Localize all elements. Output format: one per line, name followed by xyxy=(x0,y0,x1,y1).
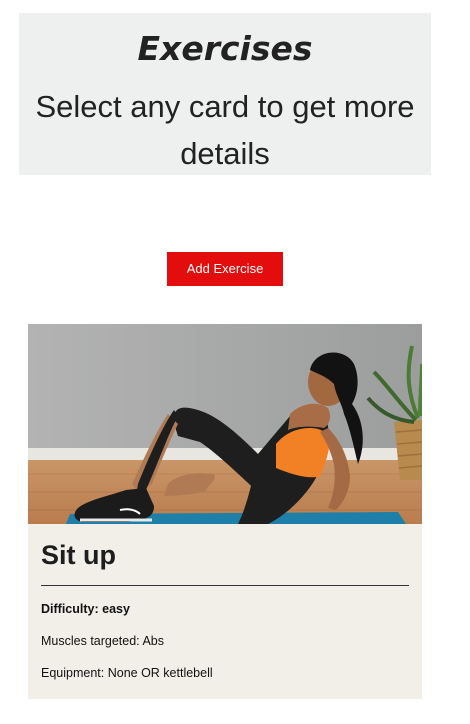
equipment-label: Equipment: xyxy=(41,666,105,680)
exercise-title: Sit up xyxy=(41,540,116,570)
difficulty-value: easy xyxy=(102,602,130,616)
muscles-label: Muscles targeted: xyxy=(41,634,140,648)
page-header: Exercises Select any card to get more de… xyxy=(19,13,431,175)
page-title: Exercises xyxy=(137,29,313,68)
equipment-row: Equipment: None OR kettlebell xyxy=(41,664,213,682)
difficulty-row: Difficulty: easy xyxy=(41,600,130,618)
difficulty-label: Difficulty: xyxy=(41,602,99,616)
card-divider xyxy=(41,585,409,586)
exercise-photo xyxy=(28,324,422,524)
muscles-row: Muscles targeted: Abs xyxy=(41,632,164,650)
page-subtitle: Select any card to get more details xyxy=(35,89,415,171)
exercise-card[interactable]: Sit up Difficulty: easy Muscles targeted… xyxy=(28,324,422,699)
add-exercise-button[interactable]: Add Exercise xyxy=(167,252,283,286)
equipment-value: None OR kettlebell xyxy=(107,666,213,680)
muscles-value: Abs xyxy=(142,634,165,648)
